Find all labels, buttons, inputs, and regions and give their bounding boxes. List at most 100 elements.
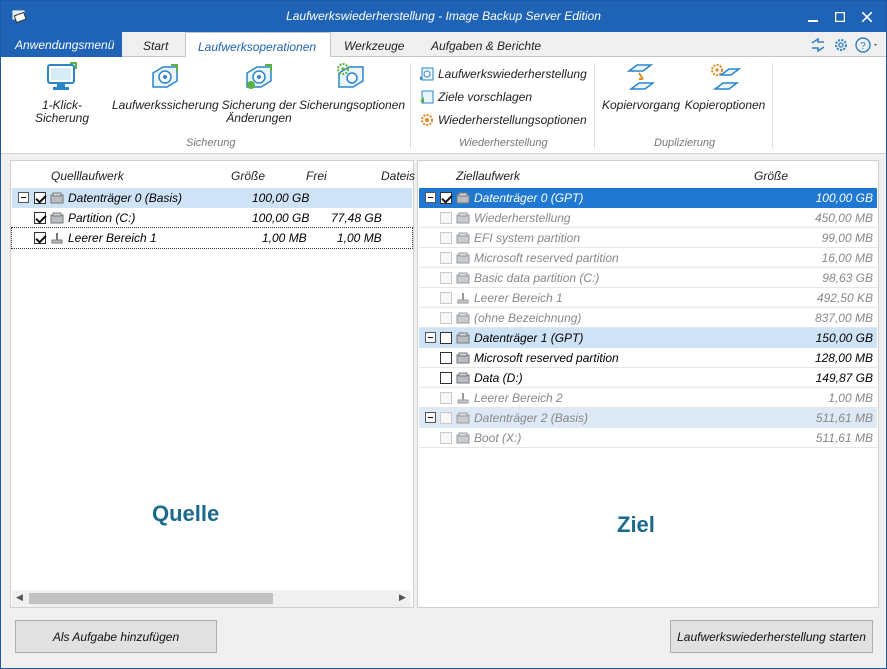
drive-backup-button[interactable]: Laufwerkssicherung: [112, 61, 219, 112]
checkbox[interactable]: [440, 232, 452, 244]
col-header-size[interactable]: Größe: [231, 169, 265, 183]
target-drive-name: Microsoft reserved partition: [474, 251, 619, 265]
checkbox[interactable]: [440, 272, 452, 284]
checkbox[interactable]: [440, 192, 452, 204]
collapse-toggle-icon[interactable]: [425, 412, 436, 423]
minimize-icon[interactable]: [800, 1, 826, 32]
source-row-empty-space[interactable]: Leerer Bereich 1 1,00 MB 1,00 MB: [11, 227, 413, 249]
target-drive-name: Wiederherstellung: [474, 211, 571, 225]
collapse-toggle-icon[interactable]: [425, 332, 436, 343]
one-click-backup-button[interactable]: 1-Klick-Sicherung: [15, 61, 109, 125]
window-title: Laufwerkswiederherstellung - Image Backu…: [286, 9, 601, 23]
target-row-disk0[interactable]: Datenträger 0 (GPT) 100,00 GB: [419, 188, 877, 208]
target-drive-size: 837,00 MB: [814, 311, 873, 325]
target-drive-size: 128,00 MB: [814, 351, 873, 365]
col-header-free[interactable]: Frei: [306, 169, 327, 183]
incremental-backup-button[interactable]: Sicherung der Änderungen: [221, 61, 297, 125]
target-row-partition[interactable]: Basic data partition (C:) 98,63 GB: [419, 268, 877, 288]
target-row-partition[interactable]: Microsoft reserved partition 128,00 MB: [419, 348, 877, 368]
checkbox[interactable]: [440, 352, 452, 364]
checkbox[interactable]: [440, 372, 452, 384]
partition-icon: [456, 272, 470, 284]
tab-werkzeuge[interactable]: Werkzeuge: [344, 32, 404, 57]
target-drive-size: 492,50 KB: [816, 291, 873, 305]
source-row-partition-c[interactable]: Partition (C:) 100,00 GB 77,48 GB: [12, 208, 412, 228]
target-drive-name: Leerer Bereich 2: [474, 391, 563, 405]
group-label-wiederherstellung: Wiederherstellung: [459, 137, 548, 149]
copy-operation-button[interactable]: Kopiervorgang: [601, 61, 681, 112]
backup-options-label: Sicherungsoptionen: [299, 98, 406, 112]
checkbox[interactable]: [440, 312, 452, 324]
source-row-disk0[interactable]: Datenträger 0 (Basis) 100,00 GB: [12, 188, 412, 208]
checkbox[interactable]: [440, 332, 452, 344]
checkbox[interactable]: [34, 192, 46, 204]
ribbon-panel: 1-Klick-Sicherung Laufwerkssicherung Sic…: [1, 57, 886, 154]
target-drive-name: Datenträger 0 (GPT): [474, 191, 584, 205]
tab-start[interactable]: Start: [143, 32, 168, 57]
target-row-partition[interactable]: Wiederherstellung 450,00 MB: [419, 208, 877, 228]
maximize-icon[interactable]: [827, 1, 853, 32]
partition-icon: [456, 232, 470, 244]
col-header-filesystem[interactable]: Dateis: [381, 169, 415, 183]
target-drive-name: Basic data partition (C:): [474, 271, 600, 285]
scroll-right-icon[interactable]: ▶: [399, 592, 406, 603]
tab-aufgaben-berichte[interactable]: Aufgaben & Berichte: [431, 32, 541, 57]
target-drive-name: Datenträger 2 (Basis): [474, 411, 589, 425]
source-drive-free: 1,00 MB: [337, 231, 382, 245]
target-row-disk2[interactable]: Datenträger 2 (Basis) 511,61 MB: [419, 408, 877, 428]
col-header-target-drive[interactable]: Ziellaufwerk: [456, 169, 520, 183]
target-row-partition[interactable]: EFI system partition 99,00 MB: [419, 228, 877, 248]
collapse-toggle-icon[interactable]: [18, 192, 29, 203]
checkbox[interactable]: [440, 292, 452, 304]
checkbox[interactable]: [34, 232, 46, 244]
app-menu-button[interactable]: Anwendungsmenü: [1, 32, 122, 57]
source-drive-size: 100,00 GB: [252, 211, 310, 225]
target-row-disk1[interactable]: Datenträger 1 (GPT) 150,00 GB: [419, 328, 877, 348]
source-watermark: Quelle: [152, 501, 220, 526]
partition-icon: [456, 252, 470, 264]
help-icon[interactable]: ?: [854, 36, 880, 54]
tab-laufwerksoperationen[interactable]: Laufwerksoperationen: [185, 32, 331, 58]
target-drive-size: 450,00 MB: [814, 211, 873, 225]
ribbon-tab-bar: Anwendungsmenü Start Laufwerksoperatione…: [1, 32, 886, 58]
checkbox[interactable]: [440, 392, 452, 404]
target-row-partition[interactable]: Boot (X:) 511,61 MB: [419, 428, 877, 448]
source-horizontal-scrollbar[interactable]: ◀ ▶: [12, 590, 411, 607]
target-row-partition[interactable]: Leerer Bereich 1 492,50 KB: [419, 288, 877, 308]
partition-icon: [456, 312, 470, 324]
checkbox[interactable]: [440, 252, 452, 264]
suggest-targets-button[interactable]: Ziele vorschlagen: [419, 87, 532, 107]
target-drive-name: EFI system partition: [474, 231, 581, 245]
suggest-icon: [420, 90, 434, 104]
unallocated-space-icon: [51, 233, 63, 244]
add-as-task-button[interactable]: Als Aufgabe hinzufügen: [15, 620, 217, 653]
settings-gear-icon[interactable]: [832, 36, 850, 54]
col-header-source-drive[interactable]: Quelllaufwerk: [51, 169, 124, 183]
checkbox[interactable]: [440, 432, 452, 444]
target-row-partition[interactable]: Leerer Bereich 2 1,00 MB: [419, 388, 877, 408]
restore-options-button[interactable]: Wiederherstellungsoptionen: [419, 110, 587, 130]
suggest-targets-label: Ziele vorschlagen: [438, 90, 533, 104]
copy-operation-label: Kopiervorgang: [601, 98, 681, 112]
target-drive-name: (ohne Bezeichnung): [474, 311, 582, 325]
target-row-partition[interactable]: (ohne Bezeichnung) 837,00 MB: [419, 308, 877, 328]
checkbox[interactable]: [440, 412, 452, 424]
scrollbar-thumb[interactable]: [29, 593, 273, 604]
start-restore-button[interactable]: Laufwerkswiederherstellung starten: [670, 620, 873, 653]
target-drive-name: Leerer Bereich 1: [474, 291, 563, 305]
partition-icon: [456, 212, 470, 224]
target-row-partition[interactable]: Microsoft reserved partition 16,00 MB: [419, 248, 877, 268]
scroll-left-icon[interactable]: ◀: [16, 592, 23, 603]
collapse-toggle-icon[interactable]: [425, 192, 436, 203]
close-icon[interactable]: [854, 1, 880, 32]
checkbox[interactable]: [440, 212, 452, 224]
source-drive-name: Leerer Bereich 1: [68, 231, 157, 245]
drive-restore-button[interactable]: Laufwerkswiederherstellung: [419, 64, 587, 84]
refresh-icon[interactable]: [809, 36, 827, 54]
checkbox[interactable]: [34, 212, 46, 224]
target-drive-name: Datenträger 1 (GPT): [474, 331, 584, 345]
backup-options-button[interactable]: Sicherungsoptionen: [299, 61, 406, 112]
col-header-size[interactable]: Größe: [754, 169, 788, 183]
copy-options-button[interactable]: Kopieroptionen: [683, 61, 767, 112]
target-row-partition[interactable]: Data (D:) 149,87 GB: [419, 368, 877, 388]
